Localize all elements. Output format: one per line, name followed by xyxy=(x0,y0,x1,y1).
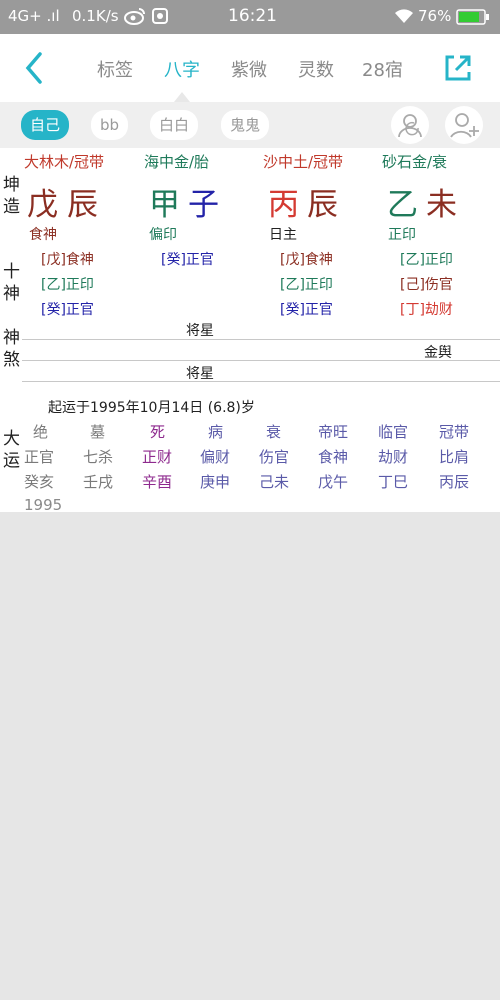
dayun-god-1: 正官 xyxy=(24,448,55,466)
network-speed: 0.1K/s xyxy=(72,7,119,25)
pillar-hour-hidden-1: [乙]正印 xyxy=(400,252,453,268)
pillar-hour-stem: 乙 xyxy=(387,187,418,223)
bazi-chart: 坤 造 十 神 神 煞 大 运 大林木/冠带 戊 辰 食神 [戊]食神 [乙]正… xyxy=(0,148,500,514)
dayun-god-6: 食神 xyxy=(318,448,349,466)
wifi-icon xyxy=(394,8,414,28)
person-chip-bb[interactable]: bb xyxy=(91,110,129,140)
pillar-day-stem-god: 日主 xyxy=(269,227,297,243)
dayun-god-4: 偏财 xyxy=(200,448,231,466)
pillar-year-hidden-2: [乙]正印 xyxy=(41,277,94,293)
divider xyxy=(22,360,500,361)
app-notification-icon xyxy=(152,8,168,28)
label-dayun: 大 运 xyxy=(3,429,20,471)
signal-indicator: 4G+ .ıl xyxy=(8,7,60,25)
dayun-phase-7: 临官 xyxy=(378,423,409,441)
pillar-hour-nayin: 砂石金/衰 xyxy=(382,153,448,171)
pillar-hour-hidden-2: [己]伤官 xyxy=(400,277,453,293)
tab-bazi[interactable]: 八字 xyxy=(164,56,200,82)
pillar-hour-branch: 未 xyxy=(426,187,457,223)
dayun-god-2: 七杀 xyxy=(83,448,114,466)
weibo-icon xyxy=(124,6,146,30)
dayun-phase-6: 帝旺 xyxy=(318,423,349,441)
dayun-god-3: 正财 xyxy=(142,448,173,466)
top-nav-bar: 标签 八字 紫微 灵数 28宿 xyxy=(0,34,500,102)
pillar-year-hidden-3: [癸]正官 xyxy=(41,302,94,318)
dayun-ganzhi-5: 己未 xyxy=(259,473,290,491)
dayun-god-5: 伤官 xyxy=(259,448,290,466)
back-button[interactable] xyxy=(18,50,52,86)
dayun-phase-2: 墓 xyxy=(90,423,106,441)
tab-tags[interactable]: 标签 xyxy=(97,56,133,82)
person-selector-bar: 自己 bb 白白 鬼鬼 xyxy=(0,102,500,148)
pillar-day-stem: 丙 xyxy=(268,187,299,223)
add-person-icon xyxy=(450,113,479,138)
person-chip-self[interactable]: 自己 xyxy=(21,110,70,140)
person-switch-icon xyxy=(398,114,422,138)
dayun-god-7: 劫财 xyxy=(378,448,409,466)
share-button[interactable] xyxy=(442,52,474,84)
shensha-year-2: 将星 xyxy=(186,366,214,382)
tab-ziwei[interactable]: 紫微 xyxy=(231,56,267,82)
dayun-ganzhi-2: 壬戌 xyxy=(83,473,114,491)
pillar-hour-stem-god: 正印 xyxy=(388,227,416,243)
chevron-left-icon xyxy=(25,52,42,84)
dayun-phase-8: 冠带 xyxy=(439,423,470,441)
tab-28xiu[interactable]: 28宿 xyxy=(362,56,403,82)
dayun-start-year: 1995 xyxy=(24,496,63,514)
switch-person-button[interactable] xyxy=(391,106,429,144)
divider xyxy=(22,381,500,382)
dayun-phase-4: 病 xyxy=(208,423,224,441)
clock: 16:21 xyxy=(228,6,277,26)
pillar-year-branch: 辰 xyxy=(67,187,98,223)
dayun-ganzhi-8: 丙辰 xyxy=(439,473,470,491)
pillar-day-nayin: 沙中土/冠带 xyxy=(263,153,344,171)
status-bar: 4G+ .ıl 0.1K/s 16:21 76% xyxy=(0,0,500,34)
label-shensha: 神 煞 xyxy=(3,328,20,370)
share-icon xyxy=(445,55,471,81)
pillar-day-hidden-3: [癸]正官 xyxy=(280,302,333,318)
dayun-ganzhi-1: 癸亥 xyxy=(24,473,55,491)
dayun-god-8: 比肩 xyxy=(439,448,470,466)
tab-lingshu[interactable]: 灵数 xyxy=(298,56,334,82)
pillar-year-stem-god: 食神 xyxy=(29,227,57,243)
qiyun-text: 起运于1995年10月14日 (6.8)岁 xyxy=(48,400,255,416)
person-chip-guigui[interactable]: 鬼鬼 xyxy=(221,110,270,140)
pillar-month-stem-god: 偏印 xyxy=(149,227,177,243)
dayun-phase-3: 死 xyxy=(150,423,166,441)
battery-icon xyxy=(456,9,490,29)
active-tab-indicator xyxy=(174,92,190,102)
dayun-ganzhi-7: 丁巳 xyxy=(378,473,409,491)
pillar-month-stem: 甲 xyxy=(149,187,180,223)
person-chip-baibai[interactable]: 白白 xyxy=(150,110,199,140)
dayun-phase-5: 衰 xyxy=(266,423,282,441)
label-qiankun: 坤 造 xyxy=(3,175,20,217)
battery-percent: 76% xyxy=(418,7,452,25)
pillar-month-branch: 子 xyxy=(188,187,219,223)
shensha-year-1: 将星 xyxy=(186,323,214,339)
label-shishen: 十 神 xyxy=(3,262,20,304)
divider xyxy=(22,339,500,340)
dayun-ganzhi-3: 辛酉 xyxy=(142,473,173,491)
pillar-day-branch: 辰 xyxy=(307,187,338,223)
pillar-day-hidden-1: [戊]食神 xyxy=(280,252,333,268)
pillar-day-hidden-2: [乙]正印 xyxy=(280,277,333,293)
add-person-button[interactable] xyxy=(445,106,483,144)
pillar-year-stem: 戊 xyxy=(27,187,58,223)
shensha-hour-1: 金舆 xyxy=(424,345,452,361)
dayun-ganzhi-6: 戊午 xyxy=(318,473,349,491)
pillar-month-hidden-1: [癸]正官 xyxy=(161,252,214,268)
pillar-month-nayin: 海中金/胎 xyxy=(144,153,210,171)
pillar-hour-hidden-3: [丁]劫财 xyxy=(400,302,453,318)
dayun-phase-1: 绝 xyxy=(33,423,49,441)
pillar-year-hidden-1: [戊]食神 xyxy=(41,252,94,268)
pillar-year-nayin: 大林木/冠带 xyxy=(24,153,105,171)
dayun-ganzhi-4: 庚申 xyxy=(200,473,231,491)
